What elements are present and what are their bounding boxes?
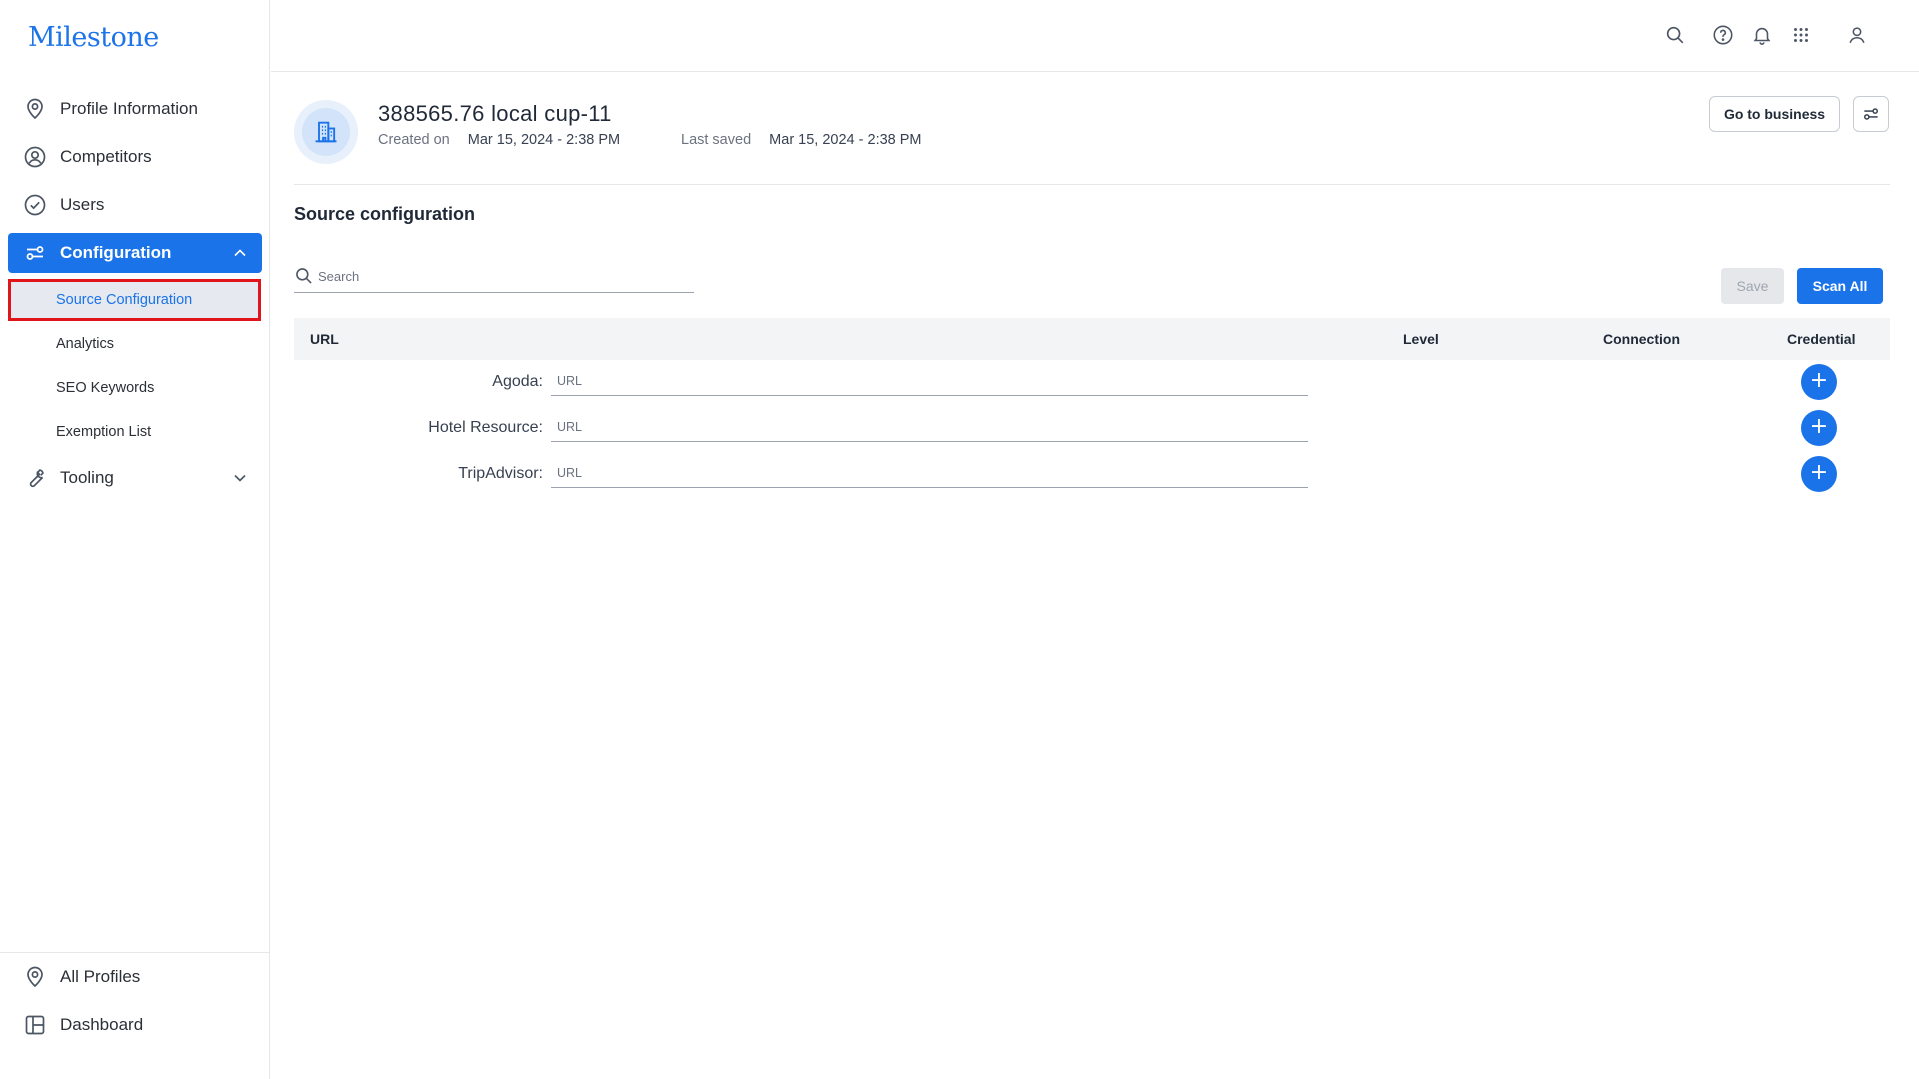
column-header-url: URL [310, 331, 339, 347]
top-bar [271, 0, 1919, 72]
sidebar-item-dashboard[interactable]: Dashboard [8, 1005, 262, 1045]
scan-all-button[interactable]: Scan All [1797, 268, 1883, 304]
source-label-tripadvisor: TripAdvisor: [458, 465, 543, 482]
sidebar-item-label: All Profiles [60, 967, 141, 986]
dashboard-icon [22, 1012, 48, 1038]
settings-button[interactable] [1853, 96, 1889, 132]
sidebar-item-profile-information[interactable]: Profile Information [8, 89, 262, 129]
sidebar-item-users[interactable]: Users [8, 185, 262, 225]
sidebar-divider [0, 952, 269, 953]
agoda-url-input[interactable] [557, 373, 1297, 388]
business-avatar [294, 100, 358, 164]
tripadvisor-url-input[interactable] [557, 465, 1297, 480]
wrench-icon [22, 465, 48, 491]
sidebar-subitem-seo-keywords[interactable]: SEO Keywords [10, 369, 259, 407]
user-icon[interactable] [1844, 22, 1870, 48]
table-row-url-field[interactable] [551, 412, 1308, 442]
chevron-up-icon[interactable] [230, 243, 250, 263]
location-pin-icon [22, 96, 48, 122]
milestone-logo[interactable]: Milestone [28, 22, 159, 53]
location-pin-icon [22, 964, 48, 990]
sliders-icon [1864, 108, 1878, 120]
chevron-down-icon[interactable] [230, 468, 250, 488]
sidebar-item-tooling[interactable]: Tooling [8, 458, 262, 498]
table-header: URL Level Connection Credential [294, 318, 1890, 360]
created-meta: Created on Mar 15, 2024 - 2:38 PM [378, 132, 620, 148]
sidebar-item-label: Configuration [60, 243, 172, 262]
add-credential-button[interactable]: + [1801, 410, 1837, 446]
add-credential-button[interactable]: + [1801, 456, 1837, 492]
sidebar-item-competitors[interactable]: Competitors [8, 137, 262, 177]
sidebar-item-label: Users [60, 195, 105, 214]
sliders-icon [22, 240, 48, 266]
sidebar-item-label: Tooling [60, 468, 114, 487]
table-row-url-field[interactable] [551, 366, 1308, 396]
search-input[interactable] [318, 268, 678, 284]
sidebar-item-all-profiles[interactable]: All Profiles [8, 957, 262, 997]
column-header-connection: Connection [1603, 331, 1680, 347]
saved-label: Last saved [681, 132, 752, 148]
page-title: 388565.76 local cup-11 [378, 101, 612, 126]
sidebar-item-configuration[interactable]: Configuration [8, 233, 262, 273]
check-circle-icon [22, 192, 48, 218]
source-label-hotel-resource: Hotel Resource: [428, 419, 543, 436]
help-icon[interactable] [1710, 22, 1736, 48]
section-title: Source configuration [294, 204, 476, 224]
sidebar-subitem-exemption-list[interactable]: Exemption List [10, 413, 259, 451]
search-icon [296, 268, 312, 284]
add-credential-button[interactable]: + [1801, 364, 1837, 400]
column-header-level: Level [1403, 331, 1439, 347]
save-button[interactable]: Save [1721, 268, 1784, 304]
saved-meta: Last saved Mar 15, 2024 - 2:38 PM [681, 132, 922, 148]
created-value: Mar 15, 2024 - 2:38 PM [467, 132, 621, 148]
sidebar-item-label: Competitors [60, 147, 152, 166]
saved-value: Mar 15, 2024 - 2:38 PM [769, 132, 922, 148]
hotel-resource-url-input[interactable] [557, 419, 1297, 434]
go-to-business-button[interactable]: Go to business [1709, 96, 1840, 132]
sidebar-item-label: Dashboard [60, 1015, 144, 1034]
sidebar-subitem-source-configuration[interactable]: Source Configuration [8, 279, 261, 321]
app-root: Milestone Profile Information Competitor… [0, 0, 1919, 1079]
building-icon [315, 121, 337, 143]
table-row-url-field[interactable] [551, 458, 1308, 488]
apps-grid-icon[interactable] [1788, 22, 1814, 48]
user-circle-icon [22, 144, 48, 170]
source-label-agoda: Agoda: [492, 373, 543, 390]
bell-icon[interactable] [1749, 22, 1775, 48]
header-divider [294, 184, 1890, 185]
sidebar-item-label: Profile Information [60, 99, 198, 118]
created-label: Created on [378, 132, 450, 148]
sidebar: Milestone Profile Information Competitor… [0, 0, 270, 1079]
search-icon[interactable] [1662, 22, 1688, 48]
search-field[interactable] [294, 260, 694, 293]
sidebar-subitem-analytics[interactable]: Analytics [10, 325, 259, 363]
column-header-credential: Credential [1787, 331, 1856, 347]
